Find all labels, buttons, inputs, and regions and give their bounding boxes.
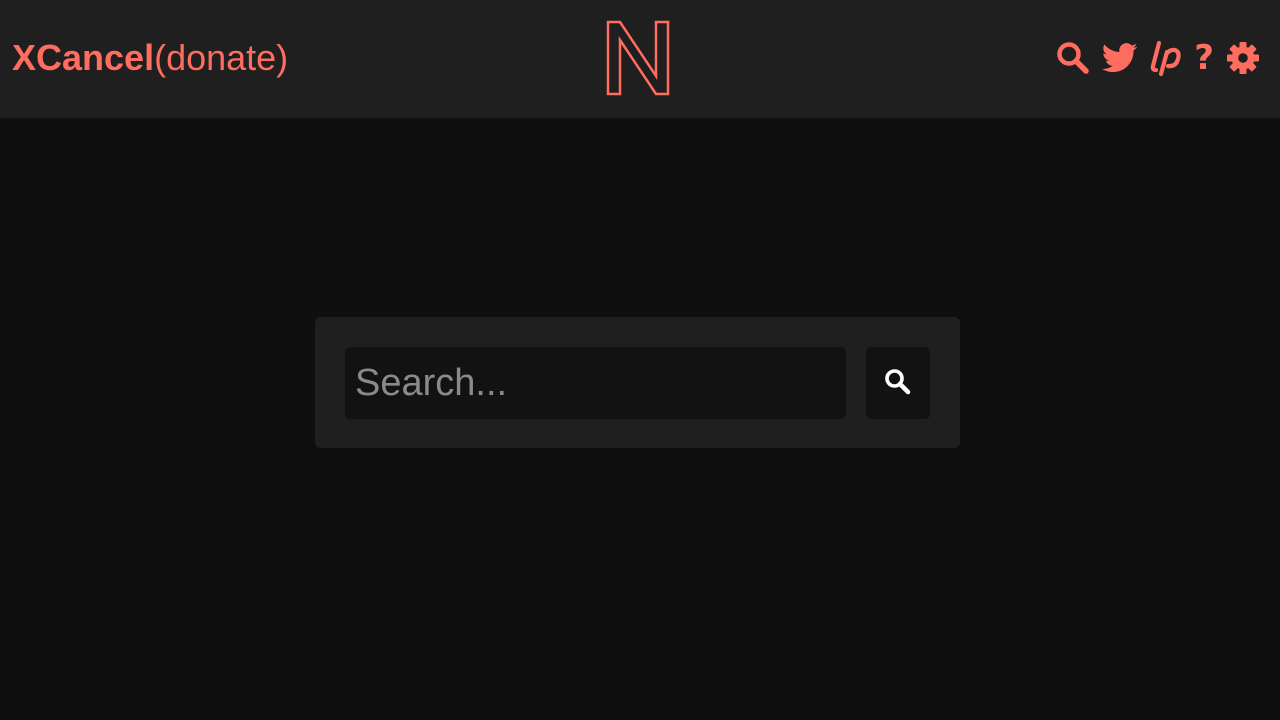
help-icon[interactable]: ? — [1194, 38, 1214, 78]
search-panel — [315, 317, 960, 448]
gear-icon[interactable] — [1226, 38, 1260, 78]
nitter-logo-icon[interactable] — [604, 18, 674, 98]
top-navbar: XCancel (donate) ? — [0, 0, 1280, 118]
twitter-bird-icon[interactable] — [1102, 38, 1138, 78]
brand-link[interactable]: XCancel — [12, 37, 154, 79]
search-button[interactable] — [866, 347, 930, 419]
search-input[interactable] — [345, 347, 846, 419]
nav-icons: ? — [1056, 38, 1260, 78]
search-icon — [883, 367, 913, 400]
donate-link[interactable]: (donate) — [154, 37, 288, 79]
search-icon[interactable] — [1056, 38, 1090, 78]
liberapay-icon[interactable] — [1150, 38, 1182, 78]
brand: XCancel (donate) — [12, 36, 288, 80]
